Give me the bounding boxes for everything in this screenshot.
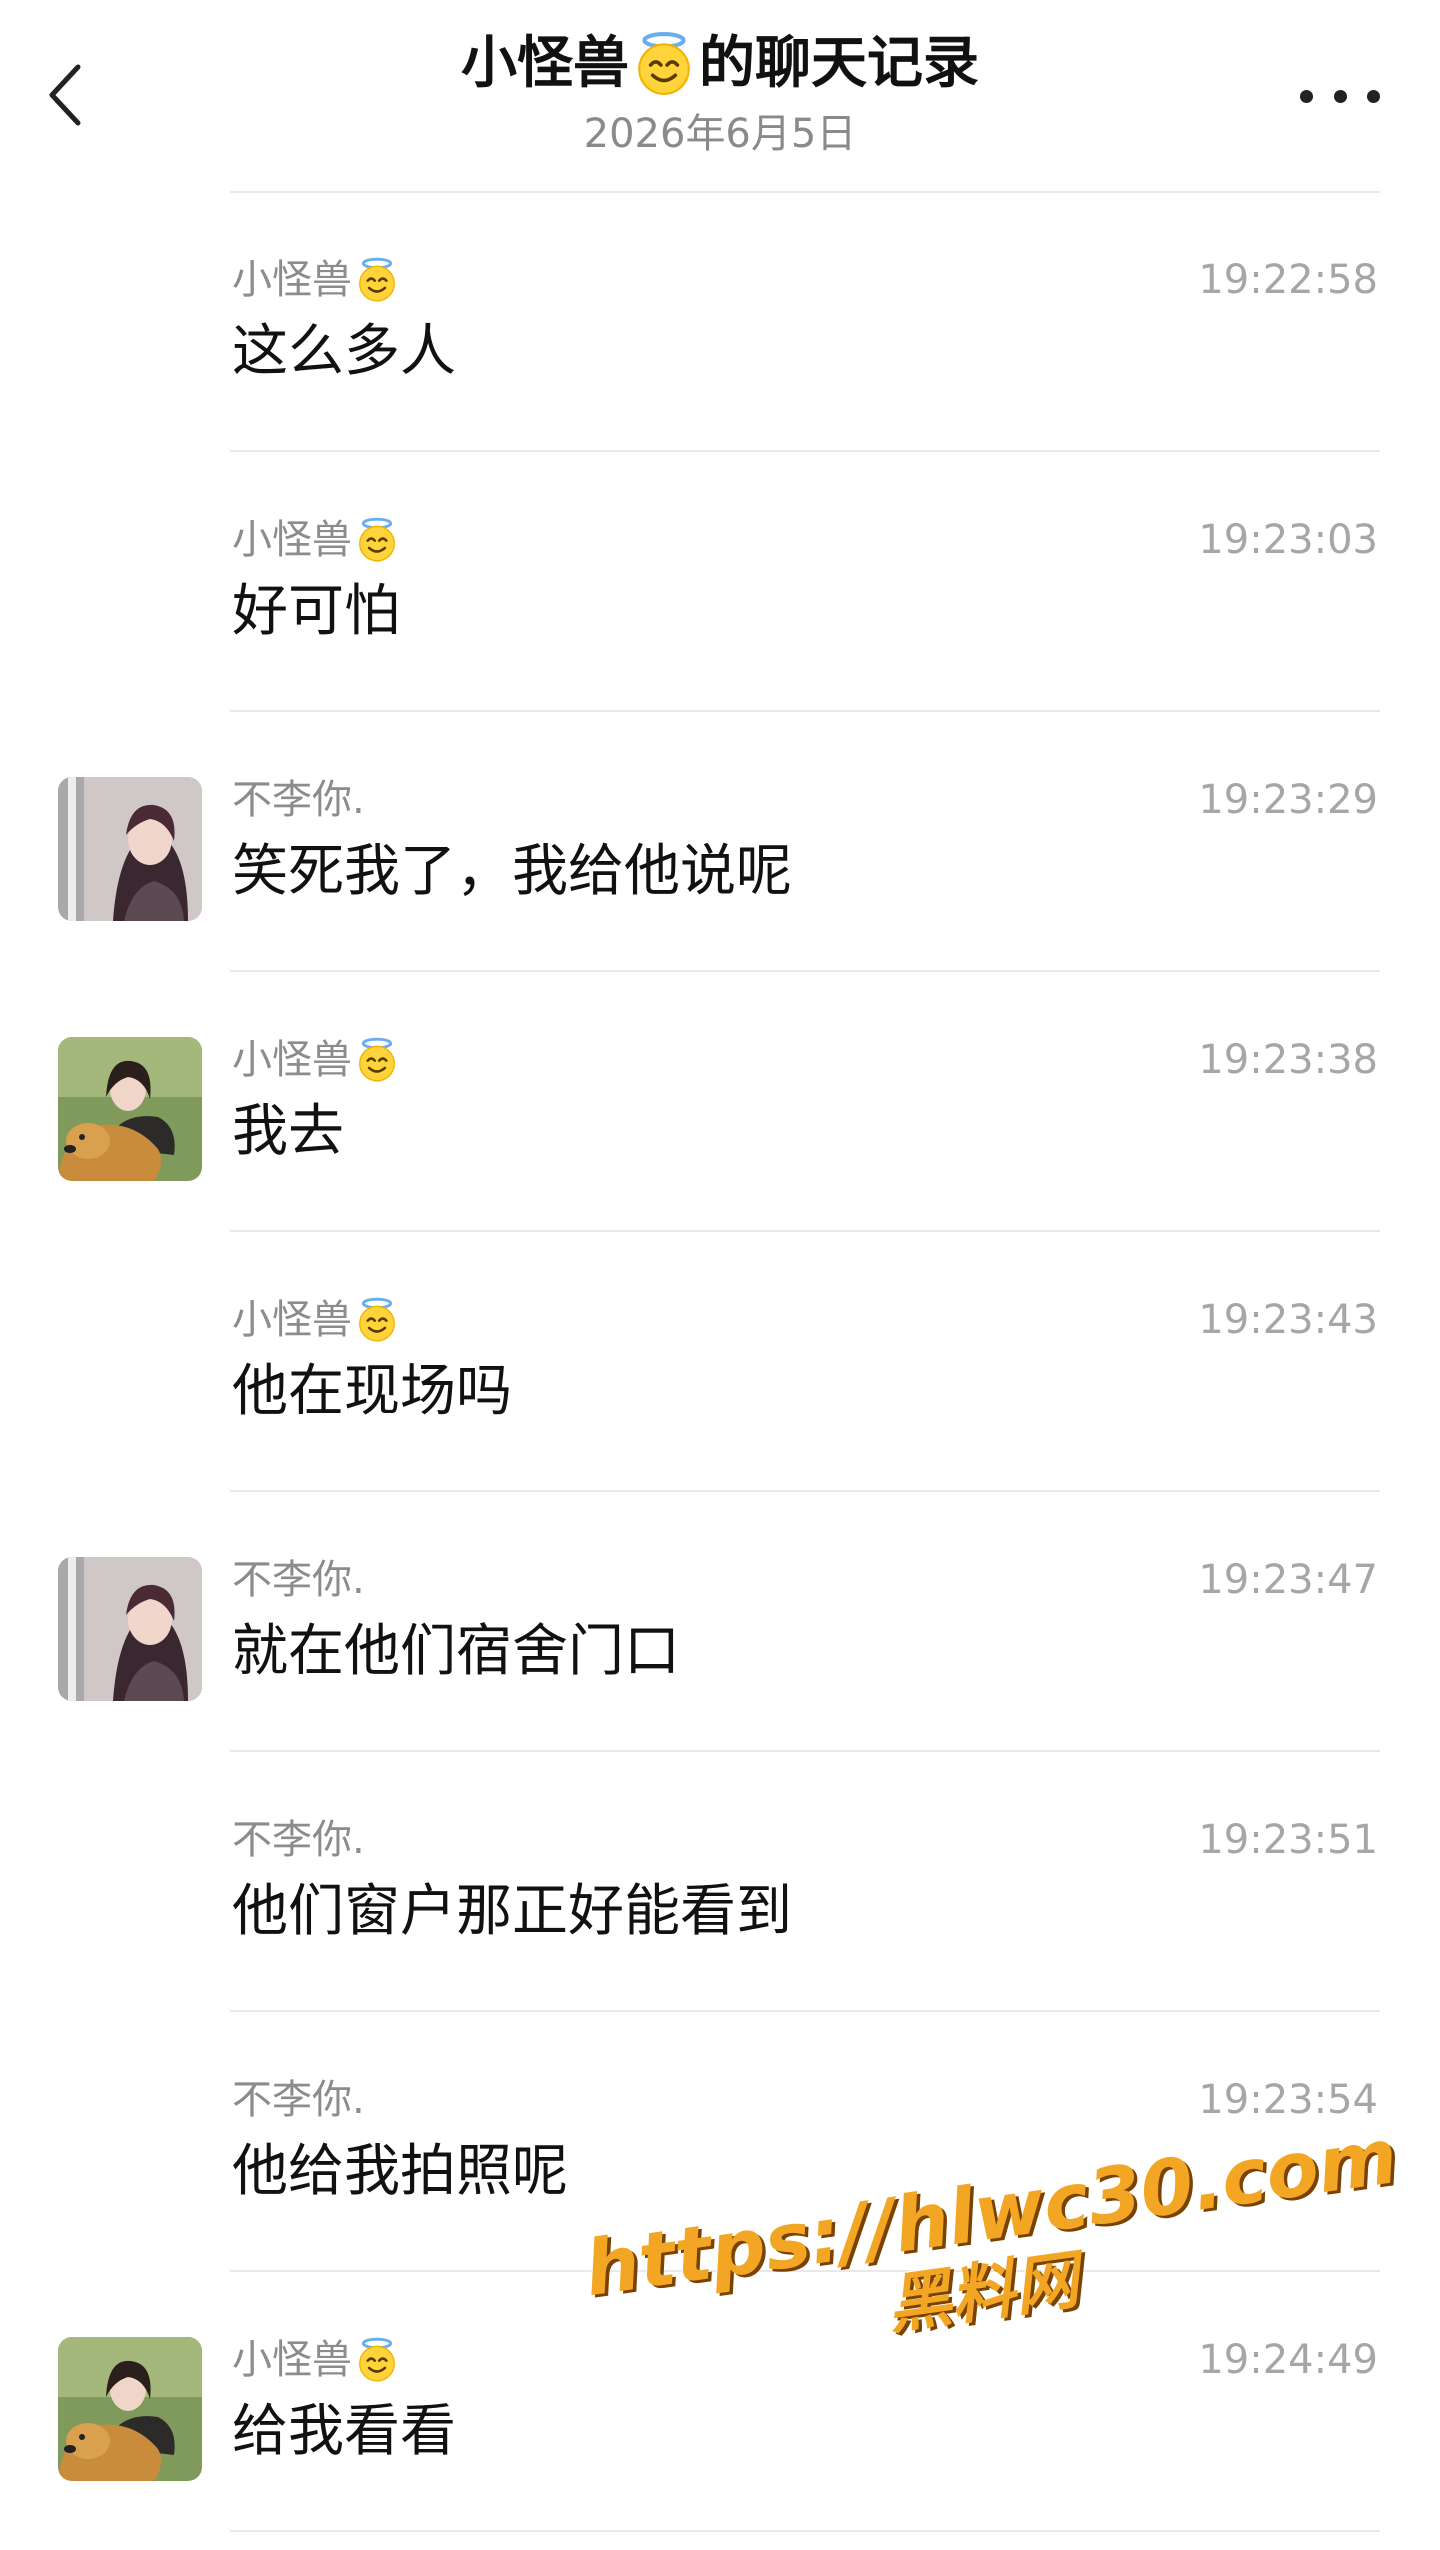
message-time: 19:23:03 xyxy=(1198,517,1378,563)
message-time: 19:23:51 xyxy=(1198,1817,1378,1863)
sender-name: 小怪兽 xyxy=(232,252,400,308)
sender-name: 小怪兽 xyxy=(232,1032,400,1088)
back-button[interactable] xyxy=(40,55,100,135)
message-row[interactable]: 小怪兽 19:22:58 这么多人 xyxy=(0,192,1440,452)
message-text[interactable]: 就在他们宿舍门口 xyxy=(232,1612,680,1692)
message-row[interactable]: 不李你. 19:23:51 他们窗户那正好能看到 xyxy=(0,1752,1440,2012)
avatar[interactable] xyxy=(58,777,202,921)
more-options-button[interactable] xyxy=(1300,78,1380,114)
sender-label: 不李你. xyxy=(232,1817,365,1863)
avatar-image xyxy=(58,2337,202,2481)
sender-label: 小怪兽 xyxy=(232,1297,352,1343)
avatar-image xyxy=(58,1557,202,1701)
halo-smile-emoji-icon xyxy=(631,31,697,97)
sender-name: 不李你. xyxy=(232,772,365,828)
message-text[interactable]: 我去 xyxy=(232,1092,344,1172)
message-row[interactable]: 不李你. 19:23:29 笑死我了，我给他说呢 xyxy=(0,712,1440,972)
message-row[interactable]: 小怪兽 19:23:03 好可怕 xyxy=(0,452,1440,712)
avatar[interactable] xyxy=(58,2337,202,2481)
title-suffix: 的聊天记录 xyxy=(699,31,979,96)
sender-label: 小怪兽 xyxy=(232,517,352,563)
message-row[interactable]: 小怪兽 19:23:43 他在现场吗 xyxy=(0,1232,1440,1492)
sender-label: 小怪兽 xyxy=(232,1037,352,1083)
message-time: 19:22:58 xyxy=(1198,257,1378,303)
sender-name: 小怪兽 xyxy=(232,2332,400,2388)
chat-header: 小怪兽 的聊天记录 2026年6月5日 xyxy=(0,0,1440,190)
halo-smile-emoji-icon xyxy=(354,1297,400,1343)
message-time: 19:23:47 xyxy=(1198,1557,1378,1603)
sender-label: 不李你. xyxy=(232,2077,365,2123)
sender-label: 小怪兽 xyxy=(232,2337,352,2383)
more-dots-icon xyxy=(1300,89,1313,103)
message-text[interactable]: 好可怕 xyxy=(232,572,400,652)
sender-name: 不李你. xyxy=(232,1812,365,1868)
halo-smile-emoji-icon xyxy=(354,517,400,563)
sender-label: 不李你. xyxy=(232,1557,365,1603)
message-time: 19:23:38 xyxy=(1198,1037,1378,1083)
message-text[interactable]: 他们窗户那正好能看到 xyxy=(232,1872,792,1952)
sender-label: 小怪兽 xyxy=(232,257,352,303)
message-row[interactable]: 小怪兽 19:23:38 我去 xyxy=(0,972,1440,1232)
avatar-image xyxy=(58,1037,202,1181)
title-area: 小怪兽 的聊天记录 2026年6月5日 xyxy=(220,24,1220,162)
sender-name: 小怪兽 xyxy=(232,512,400,568)
more-dot xyxy=(1367,89,1380,103)
message-row[interactable]: 不李你. 19:23:47 就在他们宿舍门口 xyxy=(0,1492,1440,1752)
message-time: 19:24:49 xyxy=(1198,2337,1378,2383)
message-time: 19:23:43 xyxy=(1198,1297,1378,1343)
sender-label: 不李你. xyxy=(232,777,365,823)
halo-smile-emoji-icon xyxy=(354,1037,400,1083)
page-title: 小怪兽 的聊天记录 xyxy=(461,24,979,104)
chevron-left-icon xyxy=(49,64,81,126)
more-dot xyxy=(1333,89,1347,103)
message-text[interactable]: 他在现场吗 xyxy=(232,1352,512,1432)
message-time: 19:23:29 xyxy=(1198,777,1378,823)
message-text[interactable]: 笑死我了，我给他说呢 xyxy=(232,832,792,912)
message-text[interactable]: 给我看看 xyxy=(232,2392,456,2472)
avatar-image xyxy=(58,777,202,921)
chat-date: 2026年6月5日 xyxy=(583,111,857,157)
avatar[interactable] xyxy=(58,1037,202,1181)
halo-smile-emoji-icon xyxy=(354,2337,400,2383)
halo-smile-emoji-icon xyxy=(354,257,400,303)
sender-name: 不李你. xyxy=(232,1552,365,1608)
title-prefix: 小怪兽 xyxy=(461,31,629,96)
divider xyxy=(230,2530,1380,2532)
sender-name: 小怪兽 xyxy=(232,1292,400,1348)
message-text[interactable]: 这么多人 xyxy=(232,312,456,392)
avatar[interactable] xyxy=(58,1557,202,1701)
message-text[interactable]: 他给我拍照呢 xyxy=(232,2132,568,2212)
sender-name: 不李你. xyxy=(232,2072,365,2128)
